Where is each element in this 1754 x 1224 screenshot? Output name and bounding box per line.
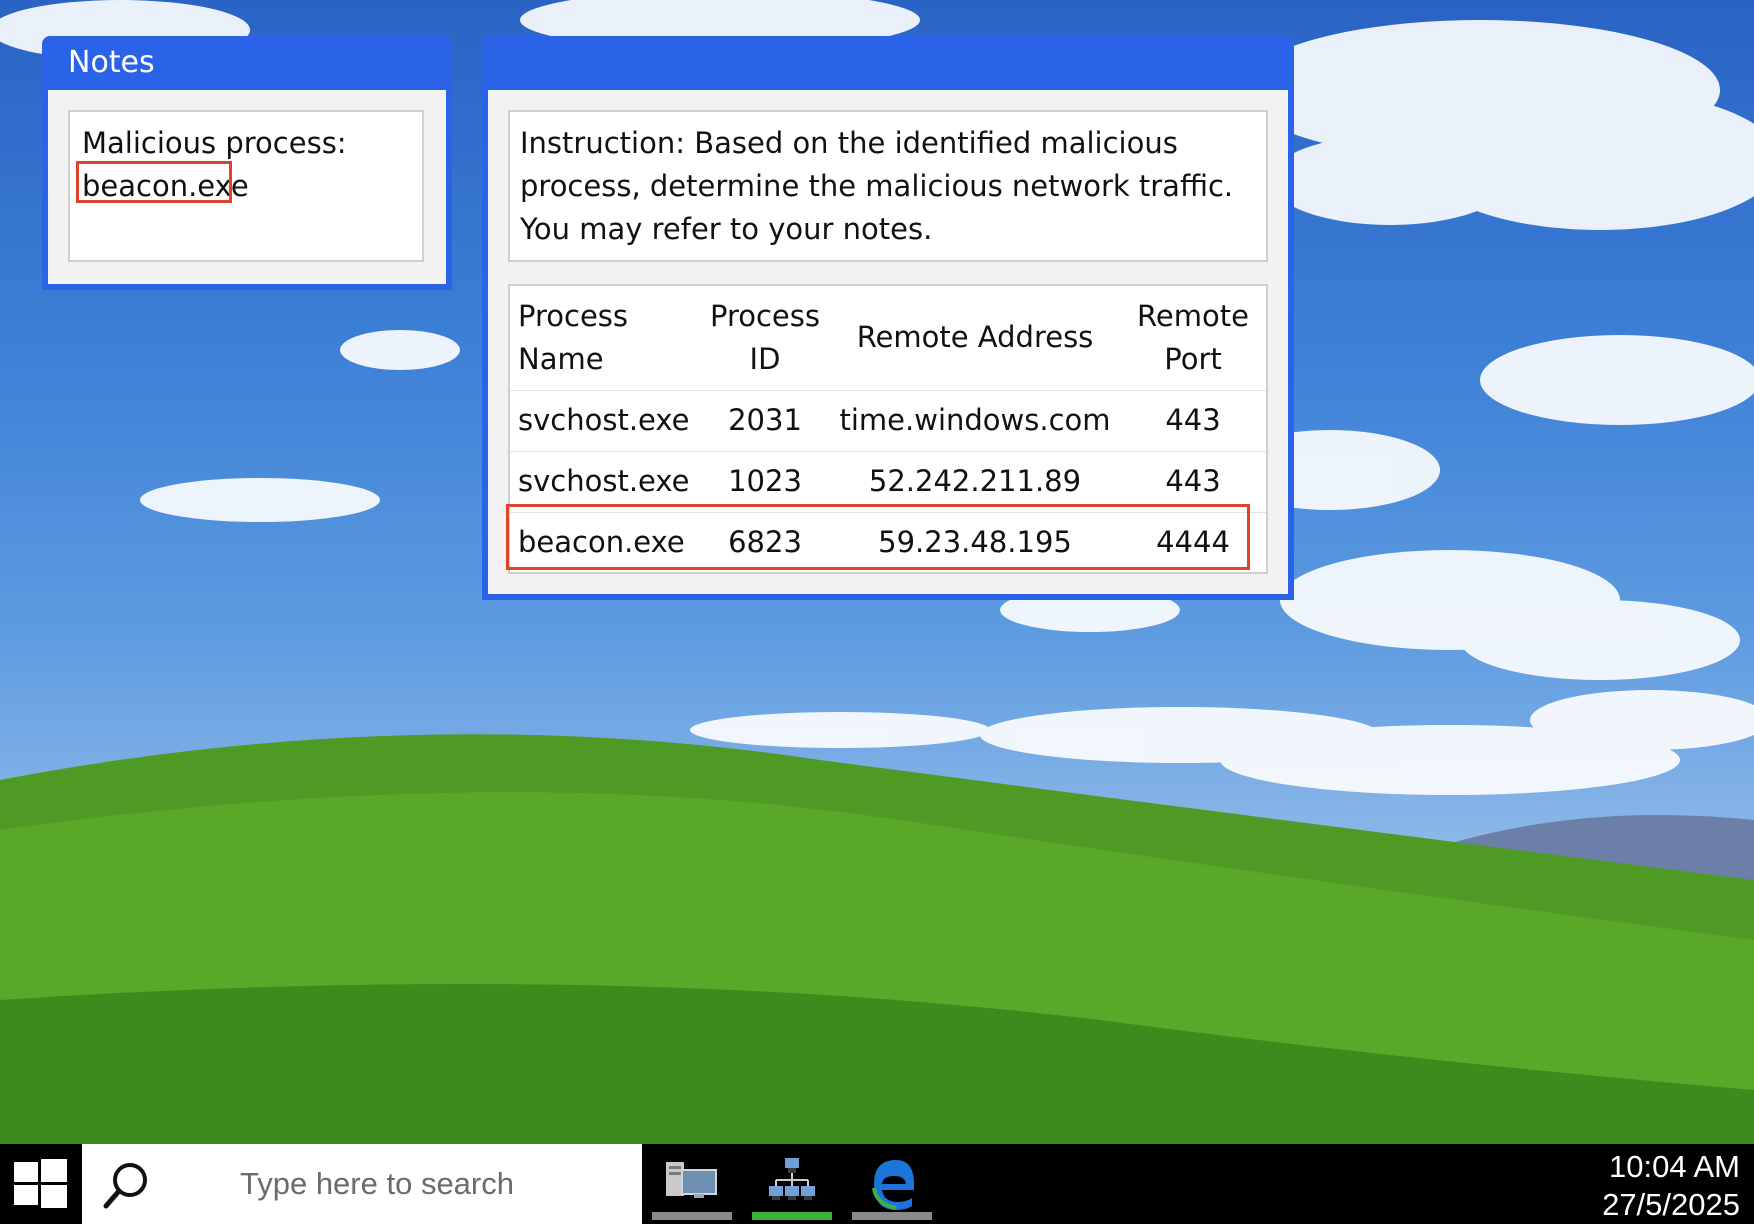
cell-remote-address: 59.23.48.195	[830, 511, 1120, 573]
app-indicator-bar-active	[752, 1212, 832, 1220]
instruction-text: Instruction: Based on the identified mal…	[520, 126, 1234, 246]
cell-process-name: svchost.exe	[510, 450, 700, 512]
header-process-name-line1: Process	[518, 298, 629, 333]
cell-process-id: 1023	[700, 450, 830, 512]
header-remote-port[interactable]: Remote Port	[1120, 286, 1266, 390]
header-remote-port-line1: Remote	[1137, 298, 1249, 333]
start-button[interactable]	[0, 1144, 80, 1224]
app-indicator-bar	[652, 1212, 732, 1220]
table-row[interactable]: svchost.exe 1023 52.242.211.89 443	[510, 450, 1266, 512]
search-box[interactable]: Type here to search	[82, 1144, 642, 1224]
cell-process-id: 6823	[700, 511, 830, 573]
notes-panel[interactable]: Malicious process: beacon.exe	[68, 110, 424, 262]
header-process-id-line1: Process	[709, 298, 820, 333]
main-window-body: Instruction: Based on the identified mal…	[488, 90, 1288, 594]
cell-remote-address: time.windows.com	[830, 389, 1120, 451]
main-window-title	[482, 36, 1294, 90]
cell-process-name: svchost.exe	[510, 389, 700, 451]
traffic-table-panel: Process Name Process ID Remote Address R…	[506, 284, 1268, 574]
cell-process-id: 2031	[700, 389, 830, 451]
taskbar-app-task-manager[interactable]	[652, 1144, 732, 1224]
taskbar-app-edge[interactable]	[852, 1144, 932, 1224]
header-process-name[interactable]: Process Name	[510, 286, 700, 390]
traffic-table: Process Name Process ID Remote Address R…	[510, 286, 1266, 573]
header-process-name-line2: Name	[518, 341, 604, 376]
clock-time: 10:04 AM	[1609, 1149, 1740, 1184]
cell-remote-port: 4444	[1120, 511, 1266, 573]
search-icon	[103, 1163, 147, 1209]
notes-window-body: Malicious process: beacon.exe	[48, 90, 446, 284]
cell-remote-port: 443	[1120, 389, 1266, 451]
notes-window: Notes Malicious process: beacon.exe	[42, 36, 452, 290]
notes-value: beacon.exe	[82, 169, 249, 203]
header-process-id-line2: ID	[749, 341, 781, 376]
clock-date: 27/5/2025	[1602, 1187, 1740, 1222]
table-header-row: Process Name Process ID Remote Address R…	[510, 286, 1266, 390]
cell-remote-port: 443	[1120, 450, 1266, 512]
taskbar-app-network[interactable]	[752, 1144, 832, 1224]
network-traffic-window: Instruction: Based on the identified mal…	[482, 36, 1294, 600]
app-indicator-bar	[852, 1212, 932, 1220]
notes-label: Malicious process:	[82, 126, 347, 160]
header-remote-address[interactable]: Remote Address	[830, 286, 1120, 390]
header-process-id[interactable]: Process ID	[700, 286, 830, 390]
taskbar: Type here to search 10:04 AM 27/5/2025	[0, 1144, 1754, 1224]
table-row[interactable]: svchost.exe 2031 time.windows.com 443	[510, 389, 1266, 451]
header-remote-address-label: Remote Address	[856, 320, 1094, 355]
notes-title: Notes	[68, 45, 155, 80]
system-clock[interactable]: 10:04 AM 27/5/2025	[1602, 1148, 1740, 1224]
header-remote-port-line2: Port	[1164, 341, 1222, 376]
windows-logo-icon	[14, 1159, 67, 1208]
table-row[interactable]: beacon.exe 6823 59.23.48.195 4444	[510, 511, 1266, 573]
instruction-panel: Instruction: Based on the identified mal…	[508, 110, 1268, 262]
search-placeholder: Type here to search	[240, 1166, 514, 1201]
cell-process-name: beacon.exe	[510, 511, 700, 573]
cell-remote-address: 52.242.211.89	[830, 450, 1120, 512]
